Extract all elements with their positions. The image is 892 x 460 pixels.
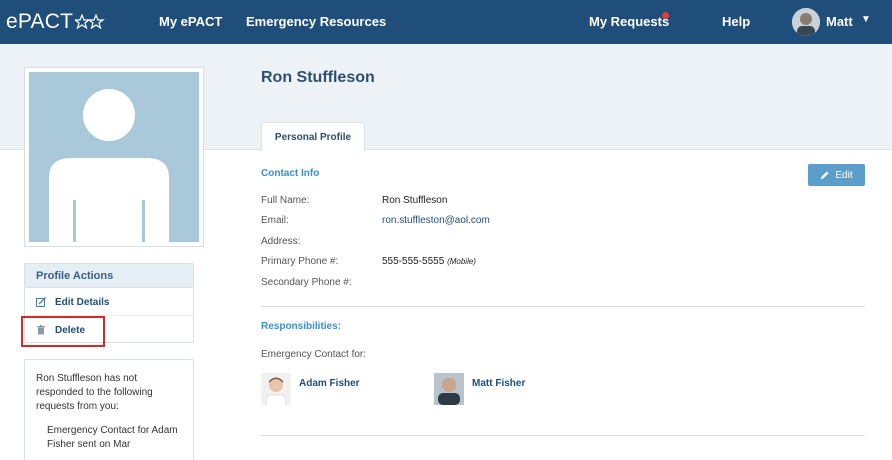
page-title: Ron Stuffleson [261,69,375,86]
edit-details-link[interactable]: Edit Details [25,288,193,316]
contact-name: Adam Fisher [299,378,360,389]
pending-item: Emergency Contact for Adam Fisher sent o… [47,425,178,450]
notification-dot [662,12,669,19]
tab-personal-profile[interactable]: Personal Profile [261,122,365,151]
pending-requests-panel: Ron Stuffleson has not responded to the … [24,359,194,460]
nav-emergency-resources[interactable]: Emergency Resources [246,14,386,29]
profile-photo[interactable] [24,67,204,247]
top-nav: ePACT My ePACT Emergency Resources My Re… [0,0,892,44]
edit-button[interactable]: Edit [808,164,865,186]
edit-details-label: Edit Details [55,297,110,308]
address-label: Address: [261,236,301,247]
chevron-down-icon[interactable]: ▼ [861,14,871,25]
nav-my-epact[interactable]: My ePACT [159,14,222,29]
profile-actions-title: Profile Actions [25,264,193,288]
person-placeholder-icon [29,72,199,242]
avatar [434,373,464,405]
divider [261,435,865,436]
responsibilities-title: Responsibilities: [261,321,342,332]
contact-adam-fisher[interactable]: Adam Fisher [261,373,360,405]
contact-matt-fisher[interactable]: Matt Fisher [434,373,525,405]
pending-text: Ron Stuffleson has not responded to the … [36,373,153,412]
pencil-icon [821,170,829,179]
edit-icon [36,297,46,307]
primary-phone-label: Primary Phone #: [261,256,339,267]
phone-type: (Mobile) [447,257,476,266]
edit-button-label: Edit [835,169,853,181]
logo-text: ePACT [6,10,74,33]
full-name-value: Ron Stuffleson [382,195,448,206]
secondary-phone-label: Secondary Phone #: [261,277,352,288]
divider [261,306,865,307]
email-link[interactable]: ron.stuffleston@aol.com [382,215,490,226]
epact-logo[interactable]: ePACT [6,10,105,34]
nav-my-requests[interactable]: My Requests [589,14,669,29]
primary-phone-number: 555-555-5555 [382,256,445,267]
primary-phone-value: 555-555-5555 (Mobile) [382,256,476,267]
avatar [261,373,291,405]
contact-info-title: Contact Info [261,168,320,179]
contact-name: Matt Fisher [472,378,526,389]
user-avatar[interactable] [792,8,820,36]
email-label: Email: [261,215,289,226]
emergency-contact-for-label: Emergency Contact for: [261,349,367,360]
full-name-label: Full Name: [261,195,310,206]
nav-help[interactable]: Help [722,14,750,29]
user-menu-name[interactable]: Matt [826,14,853,29]
delete-highlight [21,316,105,347]
stars-icon [75,14,105,30]
